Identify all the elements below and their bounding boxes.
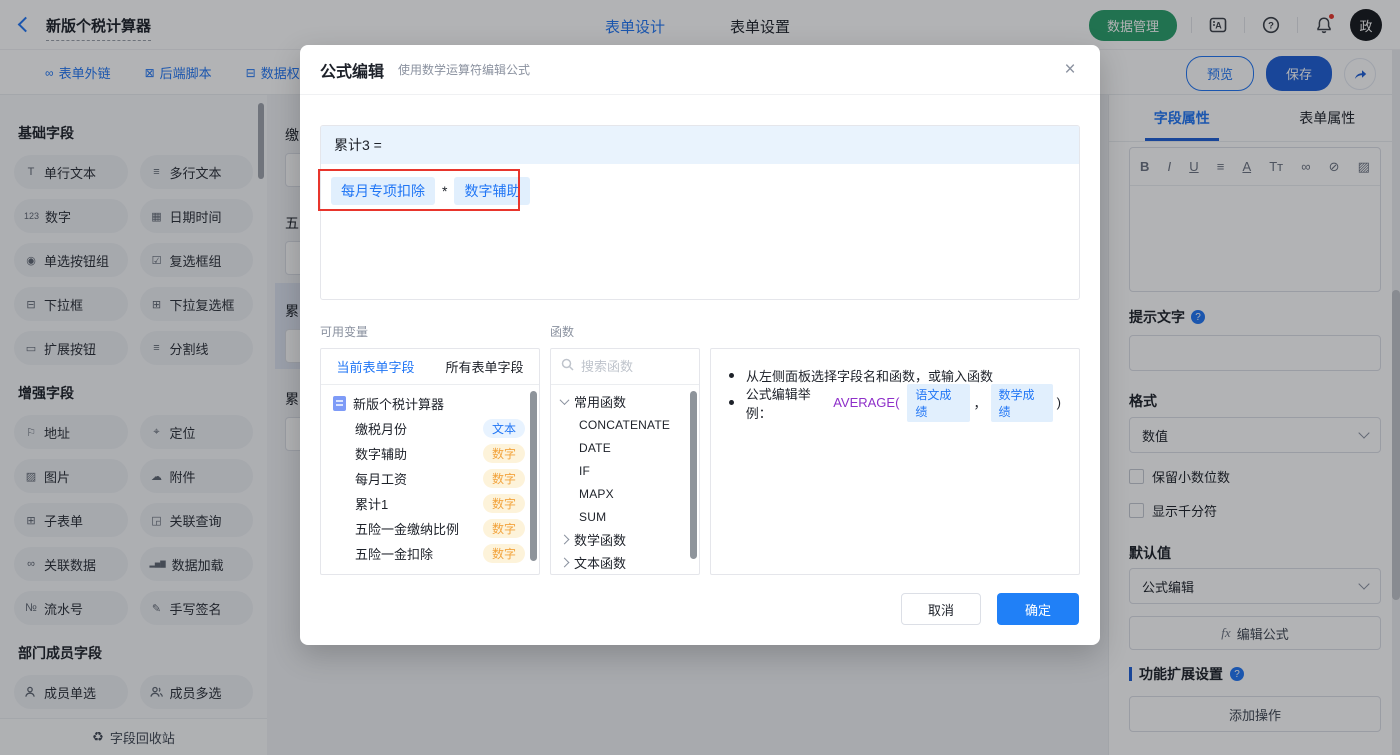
formula-expression[interactable]: 每月专项扣除 * 数字辅助 (321, 164, 1079, 218)
caret-right-icon (559, 534, 570, 545)
dialog-title: 公式编辑 (320, 63, 385, 81)
type-badge: 数字 (482, 494, 525, 513)
function-item[interactable]: SUM (551, 505, 699, 528)
search-icon (561, 358, 574, 376)
function-search-input[interactable] (581, 359, 681, 374)
form-doc-icon (333, 396, 346, 411)
function-group-text[interactable]: 文本函数 (551, 551, 699, 574)
variable-row[interactable]: 数字辅助 数字 (321, 441, 539, 466)
variables-scrollbar[interactable] (530, 391, 537, 561)
functions-label: 函数 (550, 325, 575, 339)
variables-panel: 当前表单字段 所有表单字段 新版个税计算器 缴税月份 文本 数字辅助 数字 每月工资… (320, 348, 540, 575)
cancel-button[interactable]: 取消 (901, 593, 981, 625)
variable-row[interactable]: 缴税月份 文本 (321, 416, 539, 441)
variable-row[interactable]: 每月工资 数字 (321, 466, 539, 491)
functions-scrollbar[interactable] (690, 391, 697, 559)
type-badge: 数字 (482, 544, 525, 563)
type-badge: 数字 (482, 519, 525, 538)
formula-target: 累计3 = (321, 126, 1079, 164)
field-chip[interactable]: 数字辅助 (454, 177, 531, 205)
variable-row[interactable]: 五险一金扣除 数字 (321, 541, 539, 566)
function-item[interactable]: CONCATENATE (551, 413, 699, 436)
formula-editor[interactable]: 累计3 = 每月专项扣除 * 数字辅助 (320, 125, 1080, 300)
app-screen: 新版个税计算器 表单设计 表单设置 数据管理 A ? 政 ∞ 表单外链 ⊠ 后端脚本 (0, 0, 1400, 755)
example-field-chip: 语文成绩 (907, 383, 970, 422)
function-item[interactable]: MAPX (551, 482, 699, 505)
function-item[interactable]: IF (551, 459, 699, 482)
type-badge: 数字 (482, 469, 525, 488)
tab-current-form-fields[interactable]: 当前表单字段 (321, 349, 430, 384)
type-badge: 数字 (482, 444, 525, 463)
dialog-subtitle: 使用数学运算符编辑公式 (398, 63, 531, 77)
hint-panel: 从左侧面板选择字段名和函数，或输入函数 公式编辑举例： AVERAGE( 语文成… (710, 348, 1080, 575)
function-search[interactable] (551, 349, 699, 385)
variables-label: 可用变量 (320, 325, 369, 339)
variable-tree-root[interactable]: 新版个税计算器 (321, 391, 539, 416)
function-item[interactable]: DATE (551, 436, 699, 459)
function-group-common[interactable]: 常用函数 (551, 390, 699, 413)
tab-all-form-fields[interactable]: 所有表单字段 (430, 349, 539, 384)
dialog-header: 公式编辑 使用数学运算符编辑公式 (300, 45, 1100, 95)
variable-row[interactable]: 累计1 数字 (321, 491, 539, 516)
close-icon[interactable]: × (1058, 58, 1082, 82)
function-name: AVERAGE( (833, 395, 900, 410)
field-chip[interactable]: 每月专项扣除 (331, 177, 435, 205)
type-badge: 文本 (482, 419, 525, 438)
function-group-math[interactable]: 数学函数 (551, 528, 699, 551)
example-field-chip: 数学成绩 (990, 383, 1053, 422)
confirm-button[interactable]: 确定 (997, 593, 1079, 625)
operator: * (442, 183, 448, 199)
variable-row[interactable]: 五险一金缴纳比例 数字 (321, 516, 539, 541)
functions-panel: 常用函数 CONCATENATE DATE IF MAPX SUM 数学函数 文… (550, 348, 700, 575)
formula-edit-dialog: 公式编辑 使用数学运算符编辑公式 × 累计3 = 每月专项扣除 * 数字辅助 可… (300, 45, 1100, 645)
caret-down-icon (559, 395, 570, 406)
caret-right-icon (559, 557, 570, 568)
hint-line-2: 公式编辑举例： AVERAGE( 语文成绩 ， 数学成绩 ) (729, 383, 1061, 422)
